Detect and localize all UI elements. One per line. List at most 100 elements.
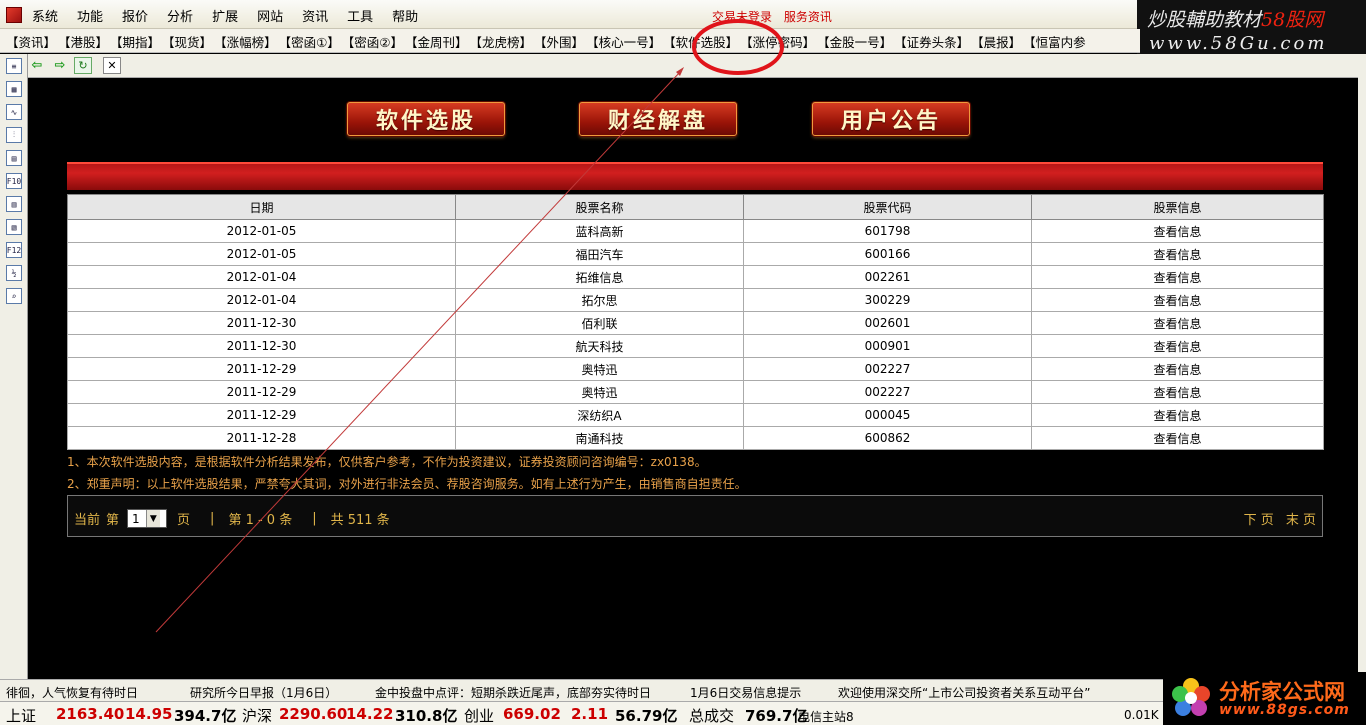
sidebar-tool-icon[interactable]: F10 (6, 173, 22, 189)
menu-center-links: 交易未登录 服务资讯 (712, 8, 840, 25)
sidebar-tool-icon[interactable]: ∿ (6, 104, 22, 120)
cell-stock-code: 000045 (743, 403, 1032, 427)
table-row: 2012-01-05 蓝科高新 601798 查看信息 (67, 219, 1324, 243)
tab[interactable]: 【金股一号】 (817, 32, 892, 51)
last-page-link[interactable]: 末 页 (1286, 513, 1316, 528)
tab[interactable]: 【港股】 (58, 32, 108, 51)
tab[interactable]: 【证券头条】 (894, 32, 969, 51)
sidebar-tool-icon[interactable]: ≡ (6, 58, 22, 74)
watermark-bottom-url: www.88gs.com (1219, 702, 1350, 718)
close-icon[interactable]: ✕ (103, 57, 121, 74)
cell-view-info-link[interactable]: 查看信息 (1031, 311, 1324, 335)
cell-view-info-link[interactable]: 查看信息 (1031, 403, 1324, 427)
left-sidebar: ≡ ▦ ∿ ⫶ ▤ F10 ▥ ▧ F12 ½ ⌕ (0, 54, 28, 679)
ticker-item[interactable]: 1月6日交易信息提示 (690, 684, 801, 701)
tab[interactable]: 【现货】 (162, 32, 212, 51)
cell-date: 2011-12-30 (67, 311, 456, 335)
sidebar-tool-icon[interactable]: ⫶ (6, 127, 22, 143)
ticker-item[interactable]: 欢迎使用深交所“上市公司投资者关系互动平台” (838, 684, 1090, 701)
menu-item[interactable]: 扩展 (212, 6, 238, 25)
sh-index-change: 14.95 (125, 705, 173, 723)
pagination-info: 当前 第 1 ▼ 页 | 第 1 - 0 条 | 共 511 条 (74, 509, 396, 528)
sh-index-value: 2163.40 (56, 705, 125, 723)
sidebar-tool-icon[interactable]: ▥ (6, 196, 22, 212)
hs-index-label: 沪深 (242, 707, 273, 725)
sidebar-tool-icon[interactable]: ½ (6, 265, 22, 281)
table-row: 2011-12-28 南通科技 600862 查看信息 (67, 426, 1324, 450)
cell-stock-code: 002227 (743, 380, 1032, 404)
cell-stock-code: 300229 (743, 288, 1032, 312)
table-row: 2011-12-29 奥特迅 002227 查看信息 (67, 357, 1324, 381)
cell-stock-code: 600862 (743, 426, 1032, 450)
service-info-link[interactable]: 服务资讯 (784, 10, 832, 24)
tab[interactable]: 【涨幅榜】 (214, 32, 277, 51)
menu-item[interactable]: 资讯 (302, 6, 328, 25)
refresh-icon[interactable]: ↻ (74, 57, 92, 74)
disclaimer-note-2: 2、郑重声明：以上软件选股结果，严禁夸大其词，对外进行非法会员、荐股咨询服务。如… (67, 477, 747, 491)
cell-stock-name: 深纺织A (455, 403, 744, 427)
page-select[interactable]: 1 ▼ (127, 509, 168, 528)
menu-item[interactable]: 功能 (77, 6, 103, 25)
tab-active[interactable]: 【软件选股】 (663, 32, 738, 51)
cell-date: 2012-01-05 (67, 219, 456, 243)
menu-item[interactable]: 报价 (122, 6, 148, 25)
menu-item[interactable]: 分析 (167, 6, 193, 25)
next-page-link[interactable]: 下 页 (1244, 513, 1274, 528)
tab[interactable]: 【涨停密码】 (740, 32, 815, 51)
app-window: 系统 功能 报价 分析 扩展 网站 资讯 工具 帮助 交易未登录 服务资讯 炒股輔助教材58股网… (0, 0, 1366, 725)
sidebar-tool-icon[interactable]: ⌕ (6, 288, 22, 304)
trade-login-link[interactable]: 交易未登录 (712, 10, 772, 24)
tab-bar: 【资讯】 【港股】 【期指】 【现货】 【涨幅榜】 【密函①】 【密函②】 【金周刊】 【龙虎榜… (0, 29, 1140, 53)
cy-index-change: 2.11 (571, 705, 609, 723)
cell-stock-code: 002227 (743, 357, 1032, 381)
tab[interactable]: 【恒富内参 (1023, 32, 1086, 51)
sh-index-label: 上证 (6, 707, 37, 725)
menu-item[interactable]: 系统 (32, 6, 58, 25)
table-row: 2012-01-05 福田汽车 600166 查看信息 (67, 242, 1324, 266)
cell-view-info-link[interactable]: 查看信息 (1031, 265, 1324, 289)
tab[interactable]: 【核心一号】 (586, 32, 661, 51)
pager-total: 共 511 条 (330, 513, 390, 528)
cell-stock-name: 南通科技 (455, 426, 744, 450)
cell-date: 2011-12-30 (67, 334, 456, 358)
ticker-item[interactable]: 研究所今日早报（1月6日） (190, 684, 337, 701)
tab[interactable]: 【金周刊】 (405, 32, 468, 51)
tab[interactable]: 【密函①】 (279, 32, 340, 51)
tab[interactable]: 【外围】 (534, 32, 584, 51)
menu-item[interactable]: 帮助 (392, 6, 418, 25)
tab[interactable]: 【晨报】 (971, 32, 1021, 51)
tab[interactable]: 【密函②】 (342, 32, 403, 51)
tab[interactable]: 【龙虎榜】 (470, 32, 533, 51)
forward-arrow-icon[interactable]: ⇨ (51, 57, 69, 74)
tab[interactable]: 【资讯】 (6, 32, 56, 51)
sidebar-tool-icon[interactable]: ▧ (6, 219, 22, 235)
pager-separator: | (312, 511, 317, 526)
sidebar-tool-icon[interactable]: ▤ (6, 150, 22, 166)
cell-view-info-link[interactable]: 查看信息 (1031, 426, 1324, 450)
cell-view-info-link[interactable]: 查看信息 (1031, 242, 1324, 266)
chevron-down-icon[interactable]: ▼ (145, 510, 161, 527)
right-scroll-strip (1358, 60, 1366, 680)
server-name[interactable]: 电信主站8 (798, 708, 854, 725)
ticker-item[interactable]: 徘徊，人气恢复有待时日 (6, 684, 138, 701)
ticker-item[interactable]: 金中投盘中点评：短期杀跌近尾声，底部夯实待时日 (375, 684, 651, 701)
software-stock-pick-button[interactable]: 软件选股 (347, 102, 505, 136)
user-notice-button[interactable]: 用户公告 (812, 102, 970, 136)
cell-view-info-link[interactable]: 查看信息 (1031, 380, 1324, 404)
cell-stock-name: 佰利联 (455, 311, 744, 335)
sidebar-tool-icon[interactable]: ▦ (6, 81, 22, 97)
table-row: 2011-12-30 佰利联 002601 查看信息 (67, 311, 1324, 335)
menu-item[interactable]: 工具 (347, 6, 373, 25)
news-ticker: 徘徊，人气恢复有待时日 研究所今日早报（1月6日） 金中投盘中点评：短期杀跌近尾… (0, 679, 1366, 701)
watermark-top-text: 炒股輔助教材 (1147, 9, 1262, 31)
cell-stock-code: 600166 (743, 242, 1032, 266)
cell-view-info-link[interactable]: 查看信息 (1031, 357, 1324, 381)
tab[interactable]: 【期指】 (110, 32, 160, 51)
finance-analysis-button[interactable]: 财经解盘 (579, 102, 737, 136)
sidebar-tool-icon[interactable]: F12 (6, 242, 22, 258)
menu-item[interactable]: 网站 (257, 6, 283, 25)
cell-view-info-link[interactable]: 查看信息 (1031, 219, 1324, 243)
back-arrow-icon[interactable]: ⇦ (28, 57, 46, 74)
cell-view-info-link[interactable]: 查看信息 (1031, 288, 1324, 312)
cell-view-info-link[interactable]: 查看信息 (1031, 334, 1324, 358)
